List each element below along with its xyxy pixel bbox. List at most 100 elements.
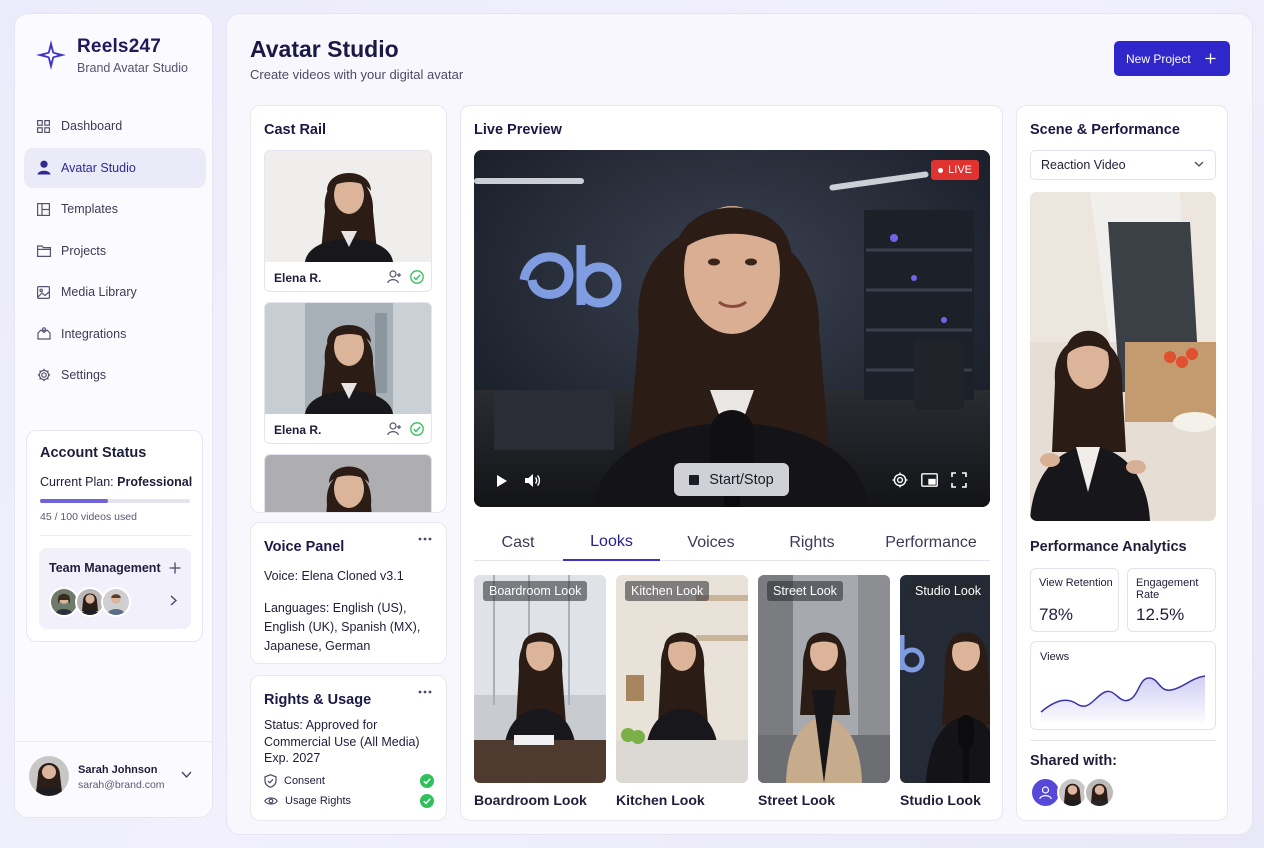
team-management-box[interactable]: Team Management — [39, 548, 191, 629]
volume-icon[interactable] — [524, 473, 541, 488]
voice-name: Voice: Elena Cloned v3.1 — [264, 569, 404, 583]
brand-subtitle: Brand Avatar Studio — [77, 61, 188, 75]
engagement-rate-metric: Engagement Rate 12.5% — [1127, 568, 1216, 632]
user-add-icon[interactable] — [387, 422, 402, 436]
sidebar-item-dashboard[interactable]: Dashboard — [24, 106, 206, 146]
cast-item-icons — [387, 422, 424, 436]
shared-avatars — [1030, 777, 1115, 808]
page-subtitle: Create videos with your digital avatar — [250, 67, 464, 82]
look-tag: Street Look — [767, 581, 843, 601]
sidebar-item-avatar-studio[interactable]: Avatar Studio — [24, 147, 206, 188]
scene-type-value: Reaction Video — [1041, 158, 1126, 172]
look-card-studio[interactable]: Studio Look Studio Look — [900, 575, 990, 808]
shield-check-icon — [264, 774, 277, 788]
chevron-right-icon[interactable] — [170, 595, 177, 606]
tab-looks[interactable]: Looks — [563, 524, 660, 561]
current-plan: Current Plan: Professional — [40, 475, 192, 489]
live-preview-title: Live Preview — [474, 122, 562, 138]
rights-usage-title: Rights & Usage — [264, 692, 372, 708]
cast-item[interactable] — [264, 454, 432, 512]
cast-item-icons — [387, 270, 424, 284]
brand[interactable]: Reels247 Brand Avatar Studio — [35, 36, 188, 75]
tab-cast[interactable]: Cast — [474, 524, 562, 561]
user-name: Sarah Johnson — [78, 764, 158, 776]
check-circle-icon — [420, 794, 434, 808]
sidebar-item-templates[interactable]: Templates — [24, 189, 206, 229]
gear-icon — [36, 368, 51, 383]
video-frame — [474, 150, 990, 507]
cast-item-name: Elena R. — [274, 270, 322, 285]
add-team-member-icon[interactable] — [169, 557, 181, 574]
sidebar-item-label: Avatar Studio — [61, 160, 136, 175]
sidebar-item-label: Dashboard — [61, 119, 123, 133]
main-panel: Avatar Studio Create videos with your di… — [226, 13, 1253, 835]
rights-status: Status: Approved for Commercial Use (All… — [264, 718, 420, 765]
page-title: Avatar Studio — [250, 36, 399, 62]
new-project-button[interactable]: New Project — [1114, 41, 1230, 76]
sidebar-item-label: Settings — [61, 368, 107, 382]
scene-performance-card: Scene & Performance Reaction Video Perfo… — [1016, 105, 1228, 821]
look-tag: Studio Look — [909, 581, 988, 601]
sidebar-item-projects[interactable]: Projects — [24, 231, 206, 271]
cast-item[interactable]: Elena R. — [264, 302, 432, 444]
chevron-down-icon — [1194, 161, 1204, 167]
more-options-icon[interactable] — [418, 690, 432, 694]
voice-panel-card: Voice Panel Voice: Elena Cloned v3.1 Lan… — [250, 522, 447, 664]
check-circle-icon — [410, 270, 424, 284]
voice-languages: Languages: English (US), English (UK), S… — [264, 601, 421, 653]
sidebar-item-label: Integrations — [61, 326, 127, 341]
tab-performance[interactable]: Performance — [876, 524, 986, 561]
tab-rights[interactable]: Rights — [767, 524, 857, 561]
look-tag: Boardroom Look — [483, 581, 588, 601]
sidebar-item-label: Projects — [61, 243, 107, 258]
live-badge: LIVE — [931, 160, 979, 180]
user-icon — [36, 160, 51, 175]
avatar-thumbnail — [265, 455, 431, 512]
picture-in-picture-icon[interactable] — [921, 473, 938, 487]
cast-item-footer: Elena R. — [265, 262, 431, 291]
rights-usage-card: Rights & Usage Status: Approved for Comm… — [250, 675, 447, 821]
user-add-icon[interactable] — [387, 270, 402, 284]
look-card-boardroom[interactable]: Boardroom Look Boardroom Look — [474, 575, 606, 808]
chevron-down-icon[interactable] — [181, 771, 192, 778]
play-icon[interactable] — [496, 474, 508, 488]
scene-preview-image[interactable] — [1030, 192, 1216, 521]
image-icon — [36, 285, 51, 300]
look-tag: Kitchen Look — [625, 581, 710, 601]
look-card-street[interactable]: Street Look Street Look — [758, 575, 890, 808]
metric-value: 78% — [1039, 605, 1074, 624]
avatar[interactable] — [1084, 777, 1115, 808]
usage-rights-row: Usage Rights — [264, 792, 434, 810]
live-badge-label: LIVE — [948, 164, 972, 176]
team-management-title: Team Management — [49, 561, 161, 575]
cast-item[interactable]: Elena R. — [264, 150, 432, 292]
look-thumbnail: Street Look — [758, 575, 890, 783]
look-label: Kitchen Look — [616, 792, 705, 808]
look-label: Boardroom Look — [474, 792, 587, 808]
fullscreen-icon[interactable] — [951, 472, 967, 488]
consent-row: Consent — [264, 772, 434, 790]
settings-icon[interactable] — [892, 472, 908, 488]
user-profile[interactable]: Sarah Johnson sarah@brand.com — [15, 741, 214, 819]
eye-icon — [264, 796, 278, 806]
video-player[interactable]: LIVE Start/Stop — [474, 150, 990, 507]
divider — [1030, 740, 1216, 741]
sidebar-item-settings[interactable]: Settings — [24, 355, 206, 395]
tab-voices[interactable]: Voices — [666, 524, 756, 561]
sidebar-item-integrations[interactable]: Integrations — [24, 314, 206, 354]
preview-tabs: Cast Looks Voices Rights Performance — [474, 524, 990, 561]
sidebar-item-media-library[interactable]: Media Library — [24, 272, 206, 312]
brand-name: Reels247 — [77, 36, 162, 57]
look-thumbnail: Kitchen Look — [616, 575, 748, 783]
sparkle-logo-icon — [36, 40, 66, 70]
start-stop-button[interactable]: Start/Stop — [674, 463, 789, 496]
avatar-thumbnail — [265, 303, 431, 414]
usage-progress-bar — [40, 499, 190, 503]
look-card-kitchen[interactable]: Kitchen Look Kitchen Look — [616, 575, 748, 808]
avatar-thumbnail — [265, 151, 431, 262]
team-avatars — [49, 587, 131, 617]
scene-type-select[interactable]: Reaction Video — [1030, 150, 1216, 180]
performance-analytics-title: Performance Analytics — [1030, 539, 1187, 555]
more-options-icon[interactable] — [418, 537, 432, 541]
layout-icon — [36, 202, 51, 217]
